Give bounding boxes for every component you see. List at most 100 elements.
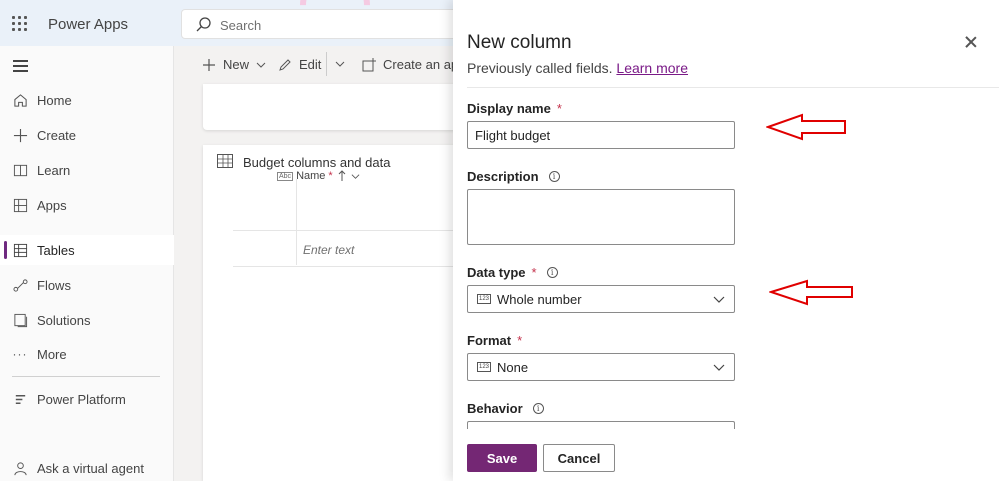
grid-icon	[217, 154, 233, 168]
new-button[interactable]: New	[202, 57, 266, 72]
nav-item-create[interactable]: Create	[0, 120, 174, 150]
nav-item-flows[interactable]: Flows	[0, 270, 174, 300]
data-type-value: Whole number	[497, 292, 582, 307]
behavior-dropdown[interactable]	[467, 421, 735, 429]
grid-cell-input[interactable]: Enter text	[303, 243, 354, 257]
plus-icon	[12, 127, 28, 143]
display-name-label-text: Display name	[467, 101, 551, 116]
behavior-label: Behavior i	[467, 401, 544, 416]
display-name-input[interactable]: Flight budget	[467, 121, 735, 149]
left-navigation: Home Create Learn Apps Tables Flows Solu…	[0, 46, 174, 481]
learn-more-link[interactable]: Learn more	[616, 60, 688, 76]
nav-item-label: Home	[37, 92, 72, 108]
create-app-icon	[362, 57, 376, 71]
edit-button-label: Edit	[299, 57, 322, 72]
search-box[interactable]: Search	[181, 9, 471, 39]
table-properties-card	[203, 84, 463, 130]
grid-title: Budget columns and data	[243, 155, 391, 170]
format-dropdown[interactable]: 123 None	[467, 353, 735, 381]
nav-item-label: More	[37, 346, 67, 362]
name-column-header[interactable]: Abc Name *	[277, 170, 360, 182]
data-type-label-text: Data type	[467, 265, 526, 280]
format-value: None	[497, 360, 529, 375]
home-icon	[12, 92, 28, 108]
cancel-button[interactable]: Cancel	[543, 444, 615, 472]
number-format-icon: 123	[477, 362, 492, 372]
text-type-icon: Abc	[277, 171, 294, 181]
nav-item-more[interactable]: ··· More	[0, 339, 174, 369]
table-icon	[12, 242, 28, 258]
nav-item-solutions[interactable]: Solutions	[0, 305, 174, 335]
info-icon[interactable]: i	[532, 403, 544, 414]
plus-icon	[203, 58, 215, 71]
nav-item-ask-virtual-agent[interactable]: Ask a virtual agent	[0, 453, 174, 481]
nav-item-label: Power Platform	[37, 391, 126, 407]
display-name-label: Display name *	[467, 101, 562, 116]
virtual-agent-icon	[12, 460, 28, 476]
chevron-down-icon	[256, 62, 266, 68]
edit-button[interactable]: Edit	[278, 57, 321, 72]
command-bar: New Edit Create an app	[174, 46, 465, 84]
required-marker: *	[328, 170, 333, 182]
nav-item-home[interactable]: Home	[0, 85, 174, 115]
more-commands-dropdown[interactable]	[326, 52, 345, 76]
pencil-icon	[279, 58, 291, 71]
nav-divider	[12, 376, 160, 377]
header-divider	[467, 87, 999, 88]
behavior-label-text: Behavior	[467, 401, 523, 416]
power-platform-icon	[12, 391, 28, 407]
subtitle-text: Previously called fields.	[467, 60, 613, 76]
display-name-value: Flight budget	[475, 128, 551, 143]
close-icon[interactable]	[963, 34, 979, 50]
required-marker: *	[556, 101, 562, 116]
annotation-arrow	[769, 279, 853, 306]
description-label: Description i	[467, 169, 560, 184]
description-textarea[interactable]	[467, 189, 735, 245]
nav-item-learn[interactable]: Learn	[0, 155, 174, 185]
nav-item-label: Flows	[37, 277, 71, 293]
data-grid-card: Budget columns and data Abc Name * Enter …	[203, 145, 463, 481]
number-type-icon: 123	[477, 294, 492, 304]
panel-subtitle: Previously called fields. Learn more	[467, 60, 688, 76]
data-type-dropdown[interactable]: 123 Whole number	[467, 285, 735, 313]
data-type-label: Data type * i	[467, 265, 558, 280]
nav-item-label: Ask a virtual agent	[37, 460, 144, 476]
create-app-button[interactable]: Create an app	[362, 57, 465, 72]
format-label: Format *	[467, 333, 522, 348]
app-title[interactable]: Power Apps	[48, 16, 128, 33]
column-divider	[296, 179, 297, 265]
chevron-down-icon	[713, 296, 725, 303]
format-label-text: Format	[467, 333, 512, 348]
solutions-icon	[12, 312, 28, 328]
annotation-arrow	[766, 113, 846, 141]
chevron-down-icon	[335, 61, 345, 67]
app-launcher-icon[interactable]	[12, 16, 28, 32]
description-label-text: Description	[467, 169, 539, 184]
more-icon: ···	[12, 347, 28, 361]
sort-ascending-icon	[338, 170, 346, 181]
nav-item-tables[interactable]: Tables	[0, 235, 174, 265]
search-placeholder: Search	[220, 18, 262, 33]
save-button[interactable]: Save	[467, 444, 537, 472]
info-icon[interactable]: i	[548, 171, 560, 182]
nav-item-label: Solutions	[37, 312, 91, 328]
grid-header	[233, 179, 463, 265]
nav-item-label: Learn	[37, 162, 71, 178]
info-icon[interactable]: i	[546, 267, 558, 278]
book-icon	[12, 162, 28, 178]
nav-item-power-platform[interactable]: Power Platform	[0, 384, 174, 414]
new-button-label: New	[223, 57, 250, 72]
search-icon	[196, 17, 211, 32]
panel-title: New column	[467, 32, 572, 53]
nav-item-apps[interactable]: Apps	[0, 190, 174, 220]
nav-item-label: Create	[37, 127, 77, 143]
column-name: Name	[296, 170, 326, 182]
nav-item-label: Tables	[37, 242, 75, 258]
flow-icon	[12, 277, 28, 293]
hamburger-menu-icon[interactable]	[13, 60, 28, 72]
required-marker: *	[531, 265, 537, 280]
nav-item-label: Apps	[37, 197, 67, 213]
new-column-panel: New column Previously called fields. Lea…	[453, 0, 999, 481]
apps-icon	[12, 197, 28, 213]
required-marker: *	[517, 333, 523, 348]
